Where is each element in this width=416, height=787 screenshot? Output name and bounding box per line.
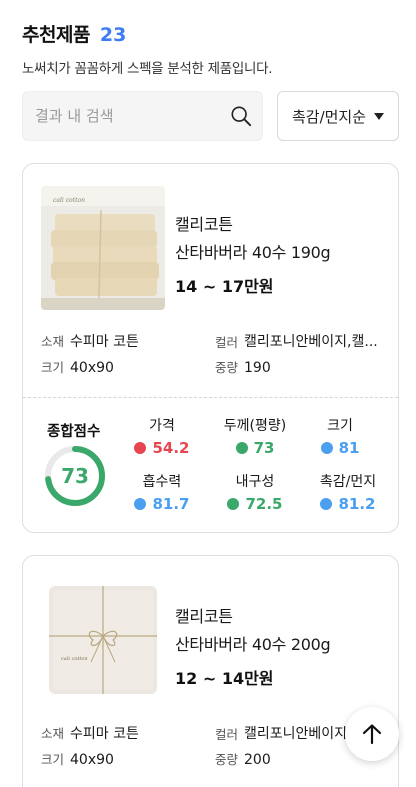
result-count: 23: [99, 24, 127, 46]
score-dot-icon: [320, 442, 333, 454]
spec-value: 캘리포니안베이지,캘...: [244, 334, 378, 350]
spec-label: 소재: [41, 334, 65, 349]
search-box: [22, 91, 263, 141]
spec-label: 소재: [41, 726, 65, 741]
metric-size: 크기 81: [295, 415, 385, 457]
spec-color: 컬러 캘리포니안베이지: [215, 723, 347, 743]
product-info: 캘리코튼 산타바버라 40수 200g 12 ~ 14만원: [175, 603, 331, 689]
scroll-top-button[interactable]: [345, 707, 399, 761]
score-dot-icon: [320, 498, 333, 510]
product-card[interactable]: cali cotton 캘리코튼 산타바버라 40수 200g 12 ~ 14만…: [22, 555, 399, 787]
metric-label: 크기: [327, 418, 353, 434]
metric-absorbency: 흡수력 81.7: [117, 471, 207, 513]
search-input[interactable]: [35, 92, 225, 140]
metric-texture-dust: 촉감/먼지 81.2: [303, 471, 393, 513]
spec-value: 40x90: [70, 752, 114, 768]
metric-price: 가격 54.2: [117, 415, 207, 457]
metric-label: 내구성: [235, 474, 275, 490]
caret-down-icon: [374, 112, 385, 120]
metric-value: 73: [253, 439, 275, 457]
product-brand: 캘리코튼: [175, 607, 233, 626]
spec-value: 190: [244, 360, 271, 376]
svg-text:cali cotton: cali cotton: [53, 197, 85, 204]
metric-label: 두께(평량): [223, 418, 287, 434]
total-score-label: 종합점수: [47, 424, 101, 440]
product-name: 산타바버라 40수 190g: [175, 243, 331, 262]
spec-label: 중량: [215, 360, 239, 375]
spec-size: 크기 40x90: [41, 749, 114, 768]
product-image: cali cotton: [41, 578, 165, 702]
spec-value: 40x90: [70, 360, 114, 376]
product-info: 캘리코튼 산타바버라 40수 190g 14 ~ 17만원: [175, 211, 331, 297]
metric-label: 촉감/먼지: [319, 474, 377, 490]
spec-weight: 중량 200: [215, 749, 271, 768]
metric-value: 81.2: [338, 495, 376, 513]
product-brand: 캘리코튼: [175, 215, 233, 234]
spec-value: 수피마 코튼: [70, 726, 139, 742]
page-title: 추천제품: [22, 24, 90, 46]
spec-size: 크기 40x90: [41, 357, 114, 376]
arrow-up-icon: [362, 724, 382, 745]
spec-value: 200: [244, 752, 271, 768]
metric-value: 81.7: [152, 495, 190, 513]
spec-label: 중량: [215, 752, 239, 767]
spec-material: 소재 수피마 코튼: [41, 331, 139, 351]
product-image: cali cotton: [41, 186, 165, 310]
spec-weight: 중량 190: [215, 357, 271, 376]
spec-label: 컬러: [215, 727, 239, 742]
sort-dropdown[interactable]: 촉감/먼지순: [277, 91, 399, 141]
score-dot-icon: [134, 442, 147, 454]
score-dot-icon: [235, 442, 248, 454]
metric-durability: 내구성 72.5: [210, 471, 300, 513]
metric-thickness: 두께(평량) 73: [210, 415, 300, 457]
product-card[interactable]: cali cotton 캘리코튼 산타바버라 40수 190g 14 ~ 17만…: [22, 163, 399, 533]
page-header: 추천제품 23 노써치가 꼼꼼하게 스펙을 분석한 제품입니다.: [22, 20, 402, 77]
svg-text:cali cotton: cali cotton: [61, 656, 88, 662]
sort-label: 촉감/먼지순: [291, 107, 367, 126]
spec-value: 캘리포니안베이지: [244, 726, 348, 742]
score-dot-icon: [227, 498, 240, 510]
spec-label: 크기: [41, 360, 65, 375]
score-dot-icon: [134, 498, 147, 510]
metric-value: 72.5: [245, 495, 283, 513]
spec-color: 컬러 캘리포니안베이지,캘...: [215, 331, 378, 351]
metric-value: 81: [338, 439, 360, 457]
spec-label: 컬러: [215, 335, 239, 350]
metric-label: 흡수력: [142, 474, 182, 490]
metric-value: 54.2: [152, 439, 190, 457]
metric-label: 가격: [149, 418, 175, 434]
card-divider: [23, 397, 398, 398]
spec-material: 소재 수피마 코튼: [41, 723, 139, 743]
search-icon[interactable]: [230, 105, 252, 127]
product-price: 14 ~ 17만원: [175, 277, 274, 296]
total-score-value: 73: [61, 464, 89, 488]
product-price: 12 ~ 14만원: [175, 669, 274, 688]
spec-label: 크기: [41, 752, 65, 767]
spec-value: 수피마 코튼: [70, 334, 139, 350]
product-name: 산타바버라 40수 200g: [175, 635, 331, 654]
search-row: 촉감/먼지순: [22, 91, 399, 141]
page-subtitle: 노써치가 꼼꼼하게 스펙을 분석한 제품입니다.: [22, 61, 273, 77]
